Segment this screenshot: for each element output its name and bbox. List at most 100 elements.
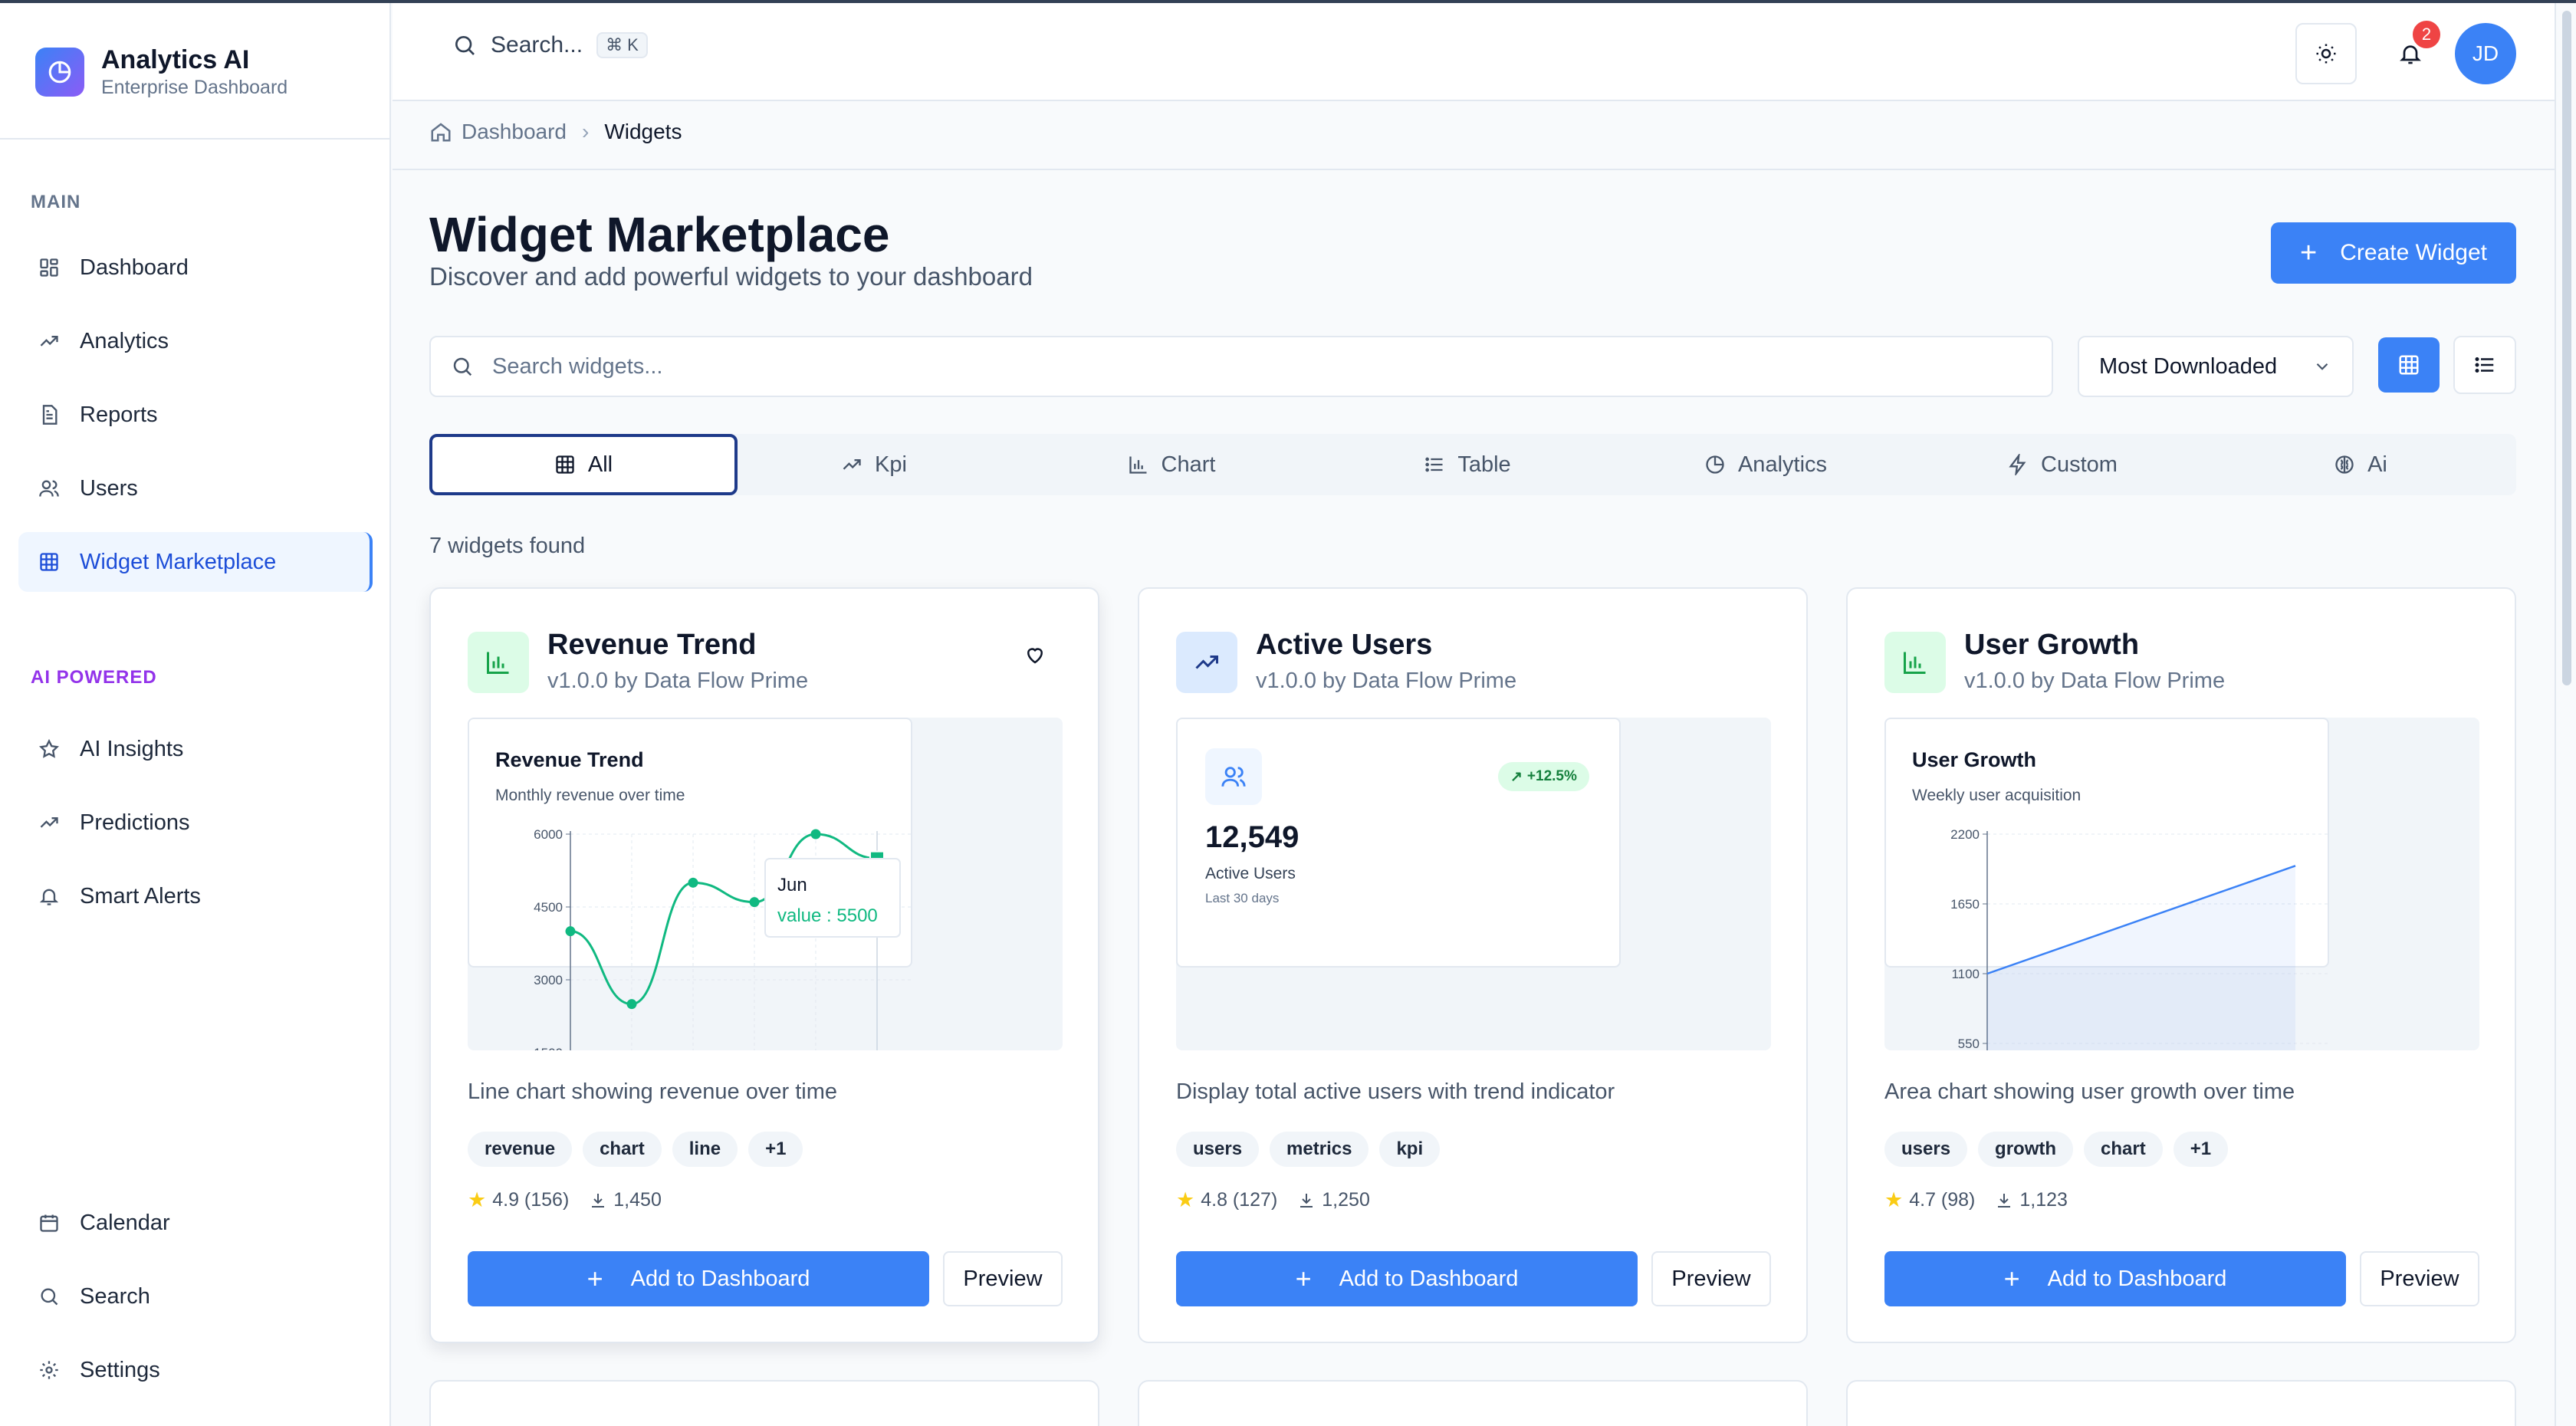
create-widget-button[interactable]: + Create Widget (2271, 222, 2516, 284)
tab-label: Kpi (875, 452, 907, 477)
download-icon (1998, 1193, 2011, 1208)
breadcrumb-root-label: Dashboard (462, 120, 567, 143)
widget-stats: ★ 4.7 (98) 1,123 (1884, 1188, 2068, 1212)
widget-card-active-users[interactable]: Active Users v1.0.0 by Data Flow Prime ↗… (1138, 587, 1808, 1343)
list-view-button[interactable] (2453, 336, 2516, 394)
widget-description: Area chart showing user growth over time (1884, 1079, 2295, 1104)
user-avatar[interactable]: JD (2455, 23, 2516, 84)
add-to-dashboard-button[interactable]: + Add to Dashboard (468, 1251, 929, 1306)
widget-card-revenue-trend[interactable]: Revenue Trend v1.0.0 by Data Flow Prime … (429, 587, 1099, 1343)
sidebar-item-ai-insights[interactable]: AI Insights (18, 719, 373, 779)
pie-chart-icon (1704, 454, 1726, 475)
kpi-change-value: +12.5% (1526, 768, 1577, 784)
search-icon (37, 1284, 61, 1309)
tab-all[interactable]: All (429, 434, 738, 495)
widget-version: v1.0.0 by Data Flow Prime (1256, 669, 1517, 693)
tag-chip[interactable]: chart (583, 1132, 662, 1167)
widget-tags: revenue chart line +1 (468, 1132, 813, 1167)
plus-icon: + (2300, 236, 2318, 269)
sidebar-item-reports[interactable]: Reports (18, 385, 373, 445)
widget-card[interactable] (429, 1380, 1099, 1426)
tab-table[interactable]: Table (1319, 434, 1616, 495)
theme-toggle-button[interactable] (2295, 23, 2357, 84)
tag-chip[interactable]: chart (2084, 1132, 2163, 1167)
brand[interactable]: Analytics AI Enterprise Dashboard (35, 44, 288, 100)
tag-chip[interactable]: kpi (1379, 1132, 1441, 1167)
widget-rating: 4.9 (156) (492, 1189, 570, 1211)
tag-chip[interactable]: +1 (2173, 1132, 2229, 1167)
create-widget-label: Create Widget (2340, 240, 2487, 265)
tag-chip[interactable]: users (1884, 1132, 1968, 1167)
tab-kpi[interactable]: Kpi (725, 434, 1023, 495)
sidebar-item-settings[interactable]: Settings (18, 1340, 373, 1400)
download-count: 1,250 (1322, 1189, 1370, 1211)
global-search-button[interactable]: Search... ⌘ K (452, 32, 648, 58)
widget-card[interactable] (1138, 1380, 1808, 1426)
scrollbar-thumb[interactable] (2562, 11, 2571, 685)
tag-chip[interactable]: growth (1978, 1132, 2074, 1167)
brand-logo-icon (35, 48, 84, 97)
data-point (565, 926, 576, 937)
sidebar-item-search[interactable]: Search (18, 1267, 373, 1326)
trending-up-icon (841, 454, 863, 475)
widget-card-user-growth[interactable]: User Growth v1.0.0 by Data Flow Prime Us… (1846, 587, 2516, 1343)
y-tick-label: 4500 (534, 900, 563, 915)
page-scrollbar[interactable] (2555, 3, 2576, 1426)
preview-button[interactable]: Preview (2360, 1251, 2479, 1306)
widget-description: Line chart showing revenue over time (468, 1079, 837, 1104)
tooltip-label: Jun (777, 875, 807, 895)
sidebar-item-label: AI Insights (80, 736, 184, 761)
sidebar-item-calendar[interactable]: Calendar (18, 1193, 373, 1253)
home-icon (431, 123, 451, 142)
preview-button[interactable]: Preview (1651, 1251, 1771, 1306)
page-subtitle: Discover and add powerful widgets to you… (429, 262, 1033, 291)
data-point (626, 999, 637, 1010)
chevron-right-icon: › (581, 120, 590, 143)
bar-chart-icon (1128, 454, 1149, 475)
sidebar-item-analytics[interactable]: Analytics (18, 311, 373, 371)
breadcrumb-home[interactable]: Dashboard (429, 120, 567, 144)
tab-label: All (587, 452, 613, 477)
sidebar-item-predictions[interactable]: Predictions (18, 793, 373, 853)
sort-select-value: Most Downloaded (2099, 353, 2278, 379)
sidebar-item-users[interactable]: Users (18, 458, 373, 518)
add-to-dashboard-button[interactable]: + Add to Dashboard (1176, 1251, 1638, 1306)
sidebar-item-widget-marketplace[interactable]: Widget Marketplace (18, 532, 373, 592)
widget-stats: ★ 4.8 (127) 1,250 (1176, 1188, 1370, 1212)
page-title: Widget Marketplace (429, 207, 890, 262)
data-point (810, 829, 821, 840)
grid-view-button[interactable] (2378, 337, 2440, 393)
kpi-label: Active Users (1205, 865, 1296, 882)
star-icon: ★ (1884, 1188, 1904, 1211)
section-label-main: MAIN (31, 192, 81, 212)
tag-chip[interactable]: revenue (468, 1132, 573, 1167)
category-tabs: All Kpi Chart Table Analytics Custom Ai (429, 434, 2516, 495)
widget-search-input[interactable] (492, 353, 1949, 380)
sidebar-item-dashboard[interactable]: Dashboard (18, 238, 373, 297)
y-tick-label: 550 (1958, 1037, 1980, 1050)
tab-label: Ai (2367, 452, 2387, 477)
widget-tags: users growth chart +1 (1884, 1132, 2239, 1167)
tab-custom[interactable]: Custom (1914, 434, 2211, 495)
tab-chart[interactable]: Chart (1023, 434, 1320, 495)
sidebar-item-smart-alerts[interactable]: Smart Alerts (18, 866, 373, 926)
grid-icon (2399, 355, 2419, 375)
tag-chip[interactable]: users (1176, 1132, 1260, 1167)
sort-select[interactable]: Most Downloaded (2078, 336, 2354, 397)
list-icon (2475, 357, 2494, 373)
brain-icon (2334, 454, 2355, 475)
widget-preview: Revenue Trend Monthly revenue over time … (468, 718, 1063, 1050)
add-to-dashboard-button[interactable]: + Add to Dashboard (1884, 1251, 2346, 1306)
tab-analytics[interactable]: Analytics (1616, 434, 1915, 495)
favorite-heart-icon[interactable] (1020, 639, 1050, 670)
tab-ai[interactable]: Ai (2211, 434, 2510, 495)
widget-card[interactable] (1846, 1380, 2516, 1426)
tag-chip[interactable]: +1 (748, 1132, 803, 1167)
user-growth-area-chart: 2200 1650 1100 550 (1950, 827, 2329, 1050)
tag-chip[interactable]: metrics (1270, 1132, 1369, 1167)
preview-button[interactable]: Preview (943, 1251, 1063, 1306)
calendar-icon (37, 1211, 61, 1235)
bar-chart-icon (1884, 632, 1946, 693)
data-point (688, 877, 698, 888)
tag-chip[interactable]: line (672, 1132, 738, 1167)
